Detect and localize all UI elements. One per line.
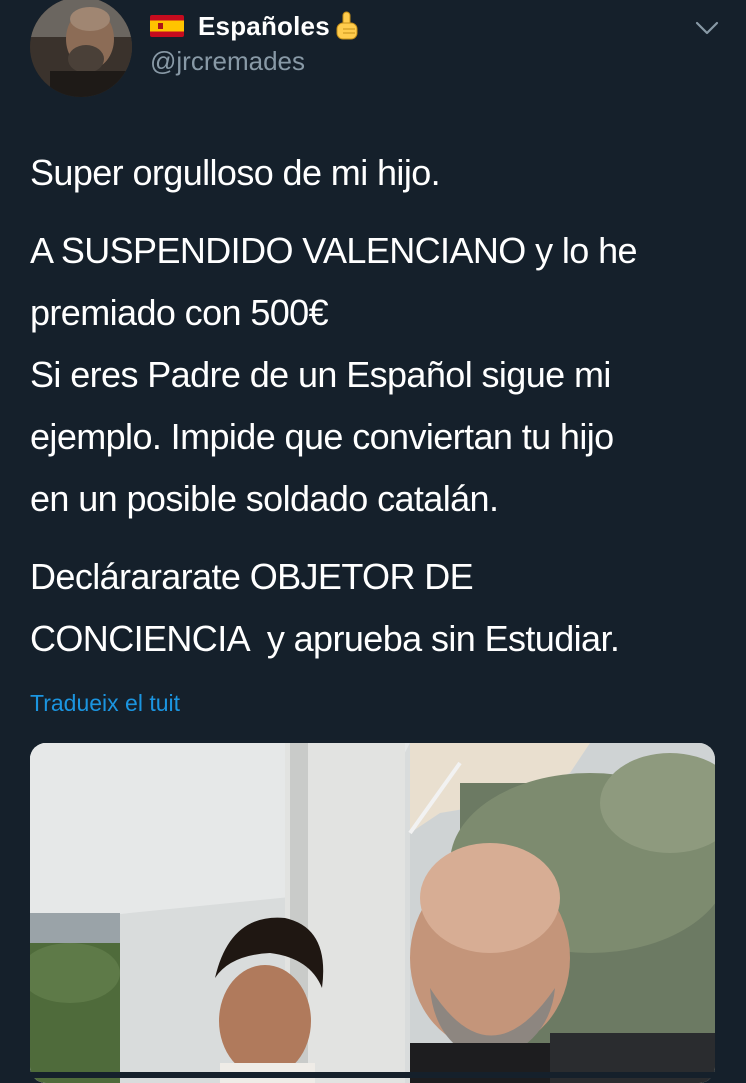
translate-tweet-link[interactable]: Tradueix el tuit bbox=[30, 690, 180, 717]
author-display-name[interactable]: Españoles bbox=[198, 11, 330, 42]
author-handle[interactable]: @jrcremades bbox=[150, 46, 305, 77]
tweet-text-paragraph-2: A SUSPENDIDO VALENCIANO y lo he premiado… bbox=[30, 230, 638, 519]
tweet-text-line-1: Super orgulloso de mi hijo. bbox=[30, 152, 441, 193]
bottom-edge bbox=[0, 1072, 746, 1078]
spain-flag-icon bbox=[150, 15, 184, 37]
tweet-text-paragraph-3: Declárararate OBJETOR DE CONCIENCIA y ap… bbox=[30, 556, 620, 659]
chevron-down-icon[interactable] bbox=[694, 18, 720, 38]
author-avatar[interactable] bbox=[30, 0, 132, 97]
tweet-text: Super orgulloso de mi hijo. A SUSPENDIDO… bbox=[30, 142, 730, 670]
author-name-row[interactable]: Españoles bbox=[150, 8, 360, 44]
tweet-photo[interactable] bbox=[30, 743, 715, 1083]
pointing-up-finger-icon bbox=[334, 11, 360, 41]
